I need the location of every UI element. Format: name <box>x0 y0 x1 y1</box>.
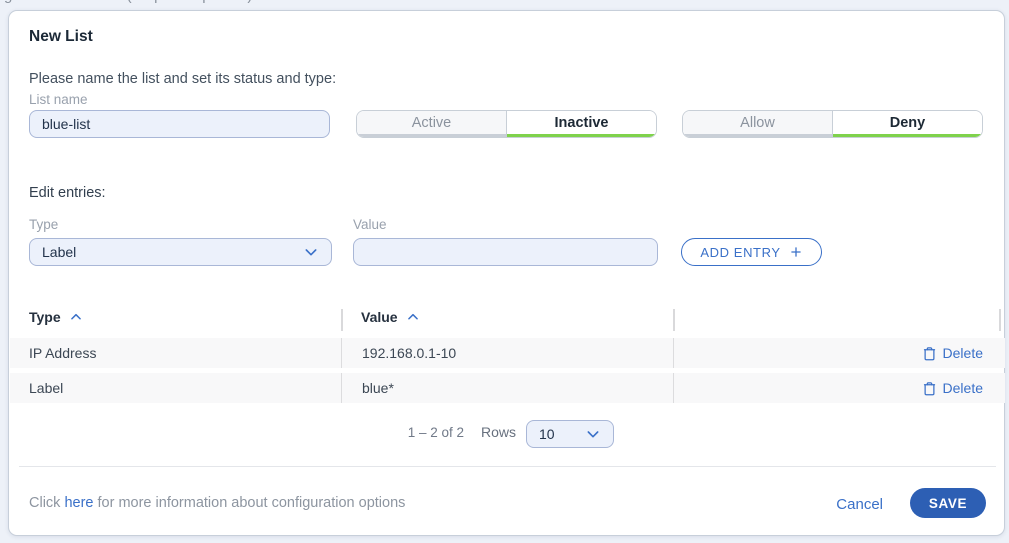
footer-info-prefix: Click <box>29 495 64 511</box>
status-option-inactive[interactable]: Inactive <box>507 111 656 137</box>
plus-icon <box>789 245 803 259</box>
trash-icon <box>922 346 937 361</box>
column-header-value[interactable]: Value <box>361 309 420 325</box>
pagination-range: 1 – 2 of 2 <box>394 425 464 440</box>
list-type-toggle: Allow Deny <box>682 110 983 138</box>
footer-info-text: Click here for more information about co… <box>29 495 405 511</box>
delete-label: Delete <box>943 345 983 361</box>
table-row: Label blue* Delete <box>10 373 1005 403</box>
entry-type-select[interactable]: Label <box>29 238 332 266</box>
list-name-input[interactable] <box>29 110 330 138</box>
footer-info-suffix: for more information about configuration… <box>93 495 405 511</box>
dialog-title: New List <box>29 28 93 46</box>
type-option-deny[interactable]: Deny <box>833 111 982 137</box>
status-toggle: Active Inactive <box>356 110 657 138</box>
entry-type-label: Type <box>29 217 58 232</box>
save-button[interactable]: SAVE <box>910 488 986 518</box>
list-name-label: List name <box>29 92 88 107</box>
table-row: IP Address 192.168.0.1-10 Delete <box>10 338 1005 368</box>
rows-per-page-select[interactable]: 10 <box>526 420 614 448</box>
column-header-type[interactable]: Type <box>29 309 83 325</box>
delete-row-button[interactable]: Delete <box>922 345 983 361</box>
chevron-down-icon <box>585 426 601 442</box>
add-entry-button[interactable]: ADD ENTRY <box>681 238 822 266</box>
new-list-dialog: New List Please name the list and set it… <box>8 10 1005 536</box>
row-type-cell: Label <box>10 380 341 396</box>
delete-row-button[interactable]: Delete <box>922 380 983 396</box>
header-divider <box>673 309 675 331</box>
rows-per-page-value: 10 <box>539 426 555 442</box>
header-divider <box>999 309 1001 331</box>
row-type-cell: IP Address <box>10 345 341 361</box>
trash-icon <box>922 381 937 396</box>
footer-divider <box>19 466 996 467</box>
row-value-cell: 192.168.0.1-10 <box>341 338 673 368</box>
entry-value-label: Value <box>353 217 387 232</box>
rows-per-page-label: Rows <box>481 424 516 440</box>
add-entry-label: ADD ENTRY <box>700 245 780 260</box>
more-info-link[interactable]: here <box>64 495 93 511</box>
cancel-button[interactable]: Cancel <box>836 496 883 513</box>
entry-type-selected-value: Label <box>42 244 76 260</box>
delete-label: Delete <box>943 380 983 396</box>
type-option-allow[interactable]: Allow <box>683 111 833 137</box>
row-value-cell: blue* <box>341 373 673 403</box>
intro-text: Please name the list and set its status … <box>29 71 336 87</box>
column-header-value-label: Value <box>361 309 398 325</box>
column-header-type-label: Type <box>29 309 61 325</box>
background-clipped-text: ges: Healthcheck (drop 1 dropdown) <box>4 0 253 4</box>
table-header-row: Type Value <box>9 307 1006 335</box>
status-option-active[interactable]: Active <box>357 111 507 137</box>
edit-entries-heading: Edit entries: <box>29 185 106 201</box>
header-divider <box>341 309 343 331</box>
chevron-down-icon <box>303 244 319 260</box>
sort-ascending-icon <box>406 310 420 324</box>
sort-ascending-icon <box>69 310 83 324</box>
entry-value-input[interactable] <box>353 238 658 266</box>
